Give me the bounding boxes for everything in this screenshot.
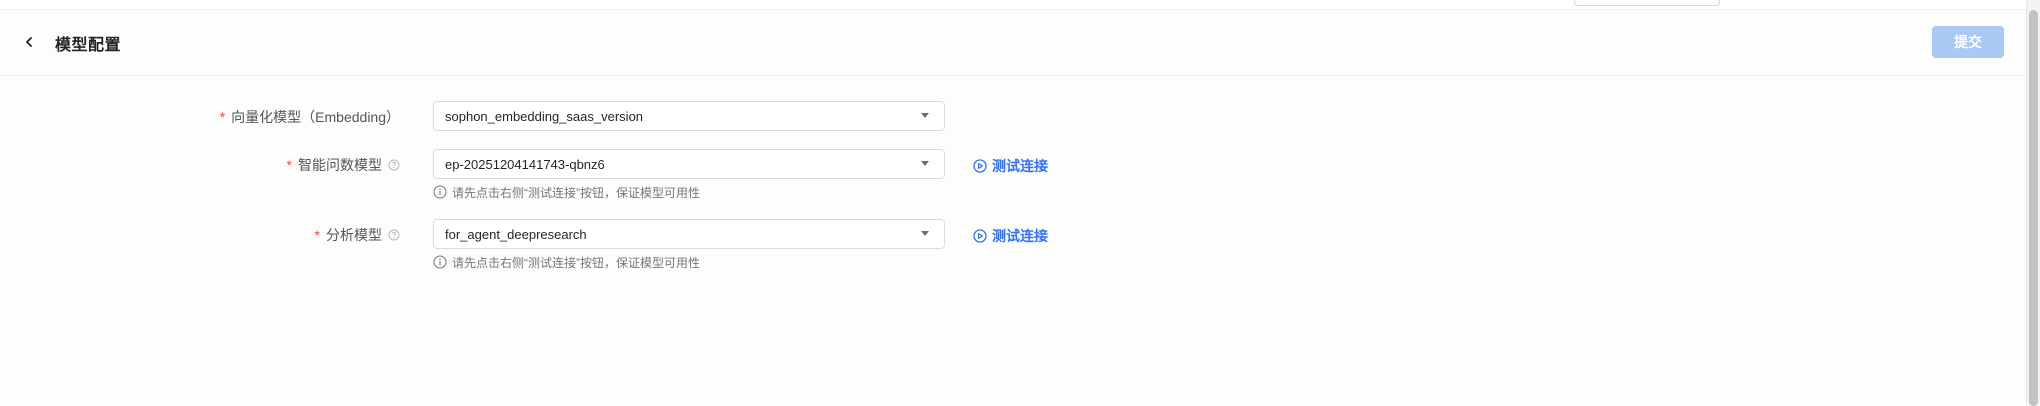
embedding-select[interactable]: sophon_embedding_saas_version (433, 101, 945, 131)
play-circle-icon (973, 159, 987, 173)
embedding-label: * 向量化模型（Embedding） (220, 101, 400, 133)
qa-model-test-connection-button[interactable]: 测试连接 (973, 150, 1048, 182)
analysis-model-hint: 请先点击右侧“测试连接”按钮，保证模型可用性 (433, 253, 700, 271)
page-title: 模型配置 (55, 37, 122, 54)
top-search-stub[interactable] (1574, 0, 1720, 6)
question-circle-icon[interactable] (388, 159, 400, 171)
back-button[interactable] (20, 33, 38, 51)
analysis-model-test-label: 测试连接 (992, 228, 1048, 244)
analysis-model-select-value: for_agent_deepresearch (445, 226, 587, 242)
qa-model-test-label: 测试连接 (992, 158, 1048, 174)
top-strip (0, 0, 2026, 10)
question-circle-icon[interactable] (388, 229, 400, 241)
caret-down-icon (921, 231, 929, 236)
required-mark: * (286, 157, 292, 173)
qa-model-label: * 智能问数模型 (287, 149, 400, 181)
analysis-model-label-text: 分析模型 (326, 227, 382, 243)
qa-model-hint-text: 请先点击右侧“测试连接”按钮，保证模型可用性 (452, 185, 700, 200)
qa-model-hint: 请先点击右侧“测试连接”按钮，保证模型可用性 (433, 183, 700, 201)
model-config-page: 模型配置 提交 * 向量化模型（Embedding） sophon_embedd… (0, 0, 2040, 406)
chevron-left-icon (26, 37, 32, 47)
caret-down-icon (921, 113, 929, 118)
info-circle-icon (433, 185, 447, 199)
info-circle-icon (433, 255, 447, 269)
required-mark: * (314, 227, 320, 243)
qa-model-select-value: ep-20251204141743-qbnz6 (445, 156, 605, 172)
play-circle-icon (973, 229, 987, 243)
analysis-model-label: * 分析模型 (315, 219, 400, 251)
analysis-model-test-connection-button[interactable]: 测试连接 (973, 220, 1048, 252)
page-header: 模型配置 提交 (0, 10, 2026, 76)
analysis-model-select[interactable]: for_agent_deepresearch (433, 219, 945, 249)
submit-button[interactable]: 提交 (1932, 26, 2004, 58)
scrollbar-thumb[interactable] (2029, 10, 2038, 406)
qa-model-label-text: 智能问数模型 (298, 157, 382, 173)
embedding-label-text: 向量化模型（Embedding） (231, 109, 400, 125)
analysis-model-hint-text: 请先点击右侧“测试连接”按钮，保证模型可用性 (452, 255, 700, 270)
caret-down-icon (921, 161, 929, 166)
embedding-select-value: sophon_embedding_saas_version (445, 108, 644, 124)
qa-model-select[interactable]: ep-20251204141743-qbnz6 (433, 149, 945, 179)
required-mark: * (219, 109, 226, 125)
